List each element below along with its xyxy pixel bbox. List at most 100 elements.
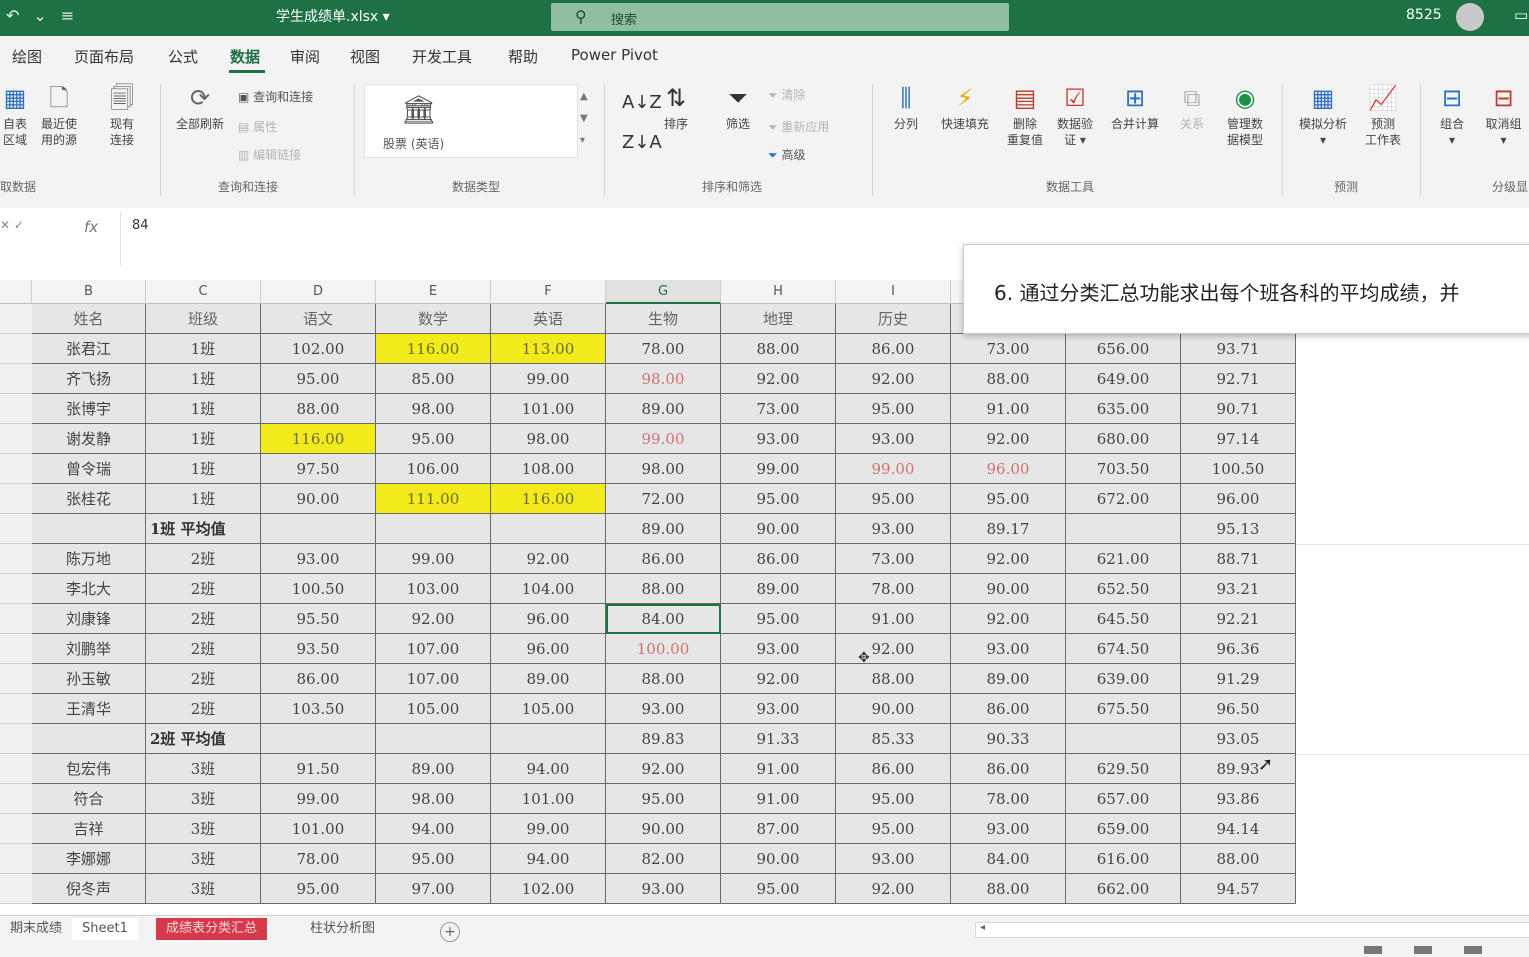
table-cell[interactable]: 3班 xyxy=(146,784,261,814)
table-cell[interactable]: 93.00 xyxy=(951,634,1066,664)
worksheet-grid[interactable]: B C D E F G H I 姓名 班级 语文 数学 英语 生物 地理 历史 张君江 1班 102.00 116.0… xyxy=(0,280,1300,915)
table-cell[interactable]: 672.00 xyxy=(1066,484,1181,514)
table-cell[interactable]: 99.00 xyxy=(261,784,376,814)
table-cell[interactable]: 91.00 xyxy=(721,754,836,784)
table-cell[interactable]: 91.00 xyxy=(721,784,836,814)
table-cell[interactable]: 99.00 xyxy=(836,454,951,484)
table-cell[interactable]: 649.00 xyxy=(1066,364,1181,394)
tab-4[interactable]: 审阅 xyxy=(290,46,320,67)
ungroup-button[interactable]: ⊟ 取消组 ▾ xyxy=(1478,82,1529,148)
table-cell[interactable]: 85.00 xyxy=(376,364,491,394)
table-cell[interactable]: 1班 xyxy=(146,334,261,364)
table-cell[interactable]: 96.00 xyxy=(1181,484,1296,514)
header-cell[interactable]: 地理 xyxy=(721,304,836,334)
table-cell[interactable]: 98.00 xyxy=(606,364,721,394)
table-cell[interactable]: 116.00 xyxy=(376,334,491,364)
text-to-columns-button[interactable]: ⫼ 分列 xyxy=(884,82,928,132)
table-cell[interactable]: 86.00 xyxy=(721,544,836,574)
properties-button[interactable]: ▤ 属性 xyxy=(238,118,277,135)
row-header[interactable] xyxy=(0,454,32,484)
table-cell[interactable]: 97.50 xyxy=(261,454,376,484)
table-cell[interactable]: 635.00 xyxy=(1066,394,1181,424)
normal-view-icon[interactable] xyxy=(1364,946,1382,954)
table-cell[interactable]: 1班 xyxy=(146,394,261,424)
avatar[interactable] xyxy=(1456,3,1484,31)
page-layout-view-icon[interactable] xyxy=(1414,946,1432,954)
table-cell[interactable]: 孙玉敏 xyxy=(32,664,146,694)
table-cell[interactable]: 90.00 xyxy=(606,814,721,844)
table-cell[interactable]: 73.00 xyxy=(836,544,951,574)
table-cell[interactable]: 92.00 xyxy=(721,664,836,694)
row-header[interactable] xyxy=(0,844,32,874)
subtotal-cell[interactable]: 85.33 xyxy=(836,724,951,754)
row-header[interactable] xyxy=(0,634,32,664)
table-cell[interactable]: 616.00 xyxy=(1066,844,1181,874)
table-cell[interactable]: 97.14 xyxy=(1181,424,1296,454)
table-cell[interactable]: 116.00 xyxy=(491,484,606,514)
table-cell[interactable]: 92.00 xyxy=(951,424,1066,454)
table-cell[interactable]: 82.00 xyxy=(606,844,721,874)
subtotal-cell[interactable]: 95.13 xyxy=(1181,514,1296,544)
table-cell[interactable]: 93.00 xyxy=(721,634,836,664)
table-cell[interactable]: 刘鹏举 xyxy=(32,634,146,664)
table-cell[interactable]: 谢发静 xyxy=(32,424,146,454)
table-cell[interactable]: 96.50 xyxy=(1181,694,1296,724)
table-cell[interactable]: 93.00 xyxy=(836,844,951,874)
table-cell[interactable]: 89.00 xyxy=(491,664,606,694)
table-cell[interactable]: 88.00 xyxy=(261,394,376,424)
table-cell[interactable]: 78.00 xyxy=(606,334,721,364)
table-cell[interactable]: 3班 xyxy=(146,874,261,904)
header-cell[interactable]: 历史 xyxy=(836,304,951,334)
table-cell[interactable]: 92.00 xyxy=(836,634,951,664)
from-table-button[interactable]: ▦ 自表 区域 xyxy=(0,82,30,148)
row-header[interactable] xyxy=(0,604,32,634)
formula-value[interactable]: 84 xyxy=(132,218,149,233)
sheet-tab-active[interactable]: 成绩表分类汇总 xyxy=(156,918,268,940)
table-cell[interactable]: 662.00 xyxy=(1066,874,1181,904)
table-cell[interactable]: 100.50 xyxy=(1181,454,1296,484)
table-cell[interactable]: 91.29 xyxy=(1181,664,1296,694)
table-cell[interactable]: 88.00 xyxy=(951,874,1066,904)
table-cell[interactable]: 92.00 xyxy=(836,364,951,394)
table-cell[interactable]: 108.00 xyxy=(491,454,606,484)
add-sheet-icon[interactable]: + xyxy=(440,922,460,942)
table-cell[interactable]: 2班 xyxy=(146,604,261,634)
table-cell[interactable]: 89.00 xyxy=(721,574,836,604)
row-header[interactable] xyxy=(0,664,32,694)
table-cell[interactable]: 111.00 xyxy=(376,484,491,514)
table-cell[interactable]: 95.00 xyxy=(606,784,721,814)
table-cell[interactable]: 86.00 xyxy=(951,754,1066,784)
header-cell[interactable]: 班级 xyxy=(146,304,261,334)
remove-duplicates-button[interactable]: ▤ 删除 重复值 xyxy=(1002,82,1048,148)
table-cell[interactable]: 88.00 xyxy=(606,574,721,604)
existing-connections-button[interactable]: 🗐 现有 连接 xyxy=(100,82,144,148)
table-cell[interactable]: 100.00 xyxy=(606,634,721,664)
table-cell[interactable]: 88.00 xyxy=(1181,844,1296,874)
table-cell[interactable]: 95.00 xyxy=(721,874,836,904)
row-header[interactable] xyxy=(0,694,32,724)
subtotal-cell[interactable] xyxy=(261,724,376,754)
table-cell[interactable]: 84.00 xyxy=(951,844,1066,874)
table-cell[interactable]: 符合 xyxy=(32,784,146,814)
sheet-tab[interactable]: 期末成绩 xyxy=(0,918,72,940)
table-cell[interactable]: 703.50 xyxy=(1066,454,1181,484)
column-header[interactable]: E xyxy=(376,280,491,304)
table-cell[interactable]: 680.00 xyxy=(1066,424,1181,454)
header-cell[interactable]: 姓名 xyxy=(32,304,146,334)
table-cell[interactable]: 105.00 xyxy=(491,694,606,724)
row-header[interactable] xyxy=(0,874,32,904)
table-cell[interactable]: 86.00 xyxy=(951,694,1066,724)
table-cell[interactable]: 95.00 xyxy=(376,844,491,874)
subtotal-cell[interactable] xyxy=(491,514,606,544)
table-cell[interactable]: 2班 xyxy=(146,544,261,574)
table-cell[interactable]: 王清华 xyxy=(32,694,146,724)
select-all-corner[interactable] xyxy=(0,280,32,304)
table-cell[interactable]: 张博宇 xyxy=(32,394,146,424)
table-cell[interactable]: 116.00 xyxy=(261,424,376,454)
table-cell[interactable]: 95.50 xyxy=(261,604,376,634)
table-cell[interactable]: 645.50 xyxy=(1066,604,1181,634)
chevron-down-icon[interactable]: ⌄ xyxy=(33,6,46,25)
table-cell[interactable]: 93.00 xyxy=(721,424,836,454)
table-cell[interactable]: 3班 xyxy=(146,844,261,874)
relationships-button[interactable]: ⧉ 关系 xyxy=(1172,82,1212,132)
